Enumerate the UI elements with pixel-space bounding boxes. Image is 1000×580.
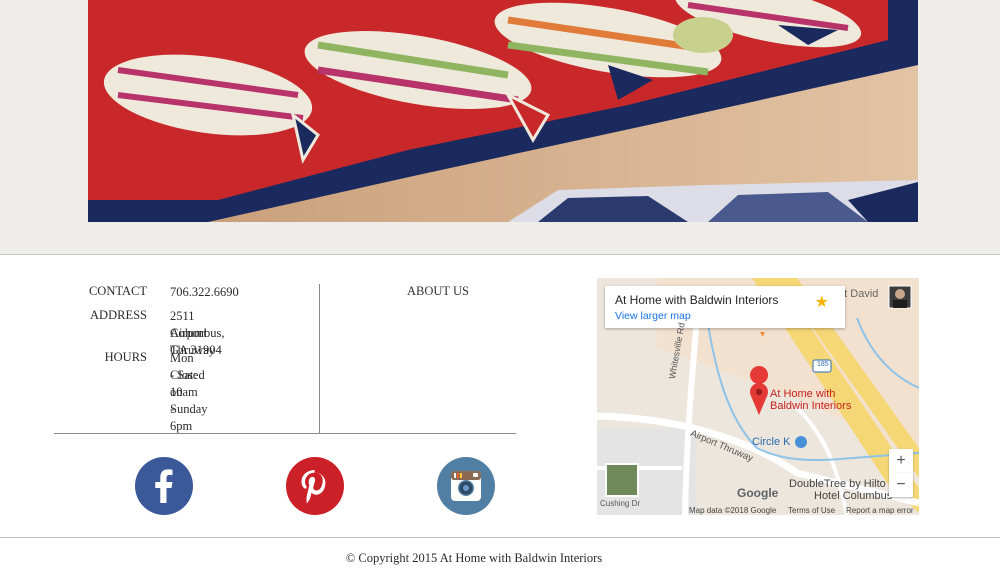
road-cushing-label: Cushing Dr bbox=[600, 499, 641, 508]
view-larger-map-link[interactable]: View larger map bbox=[615, 310, 691, 322]
pin-label-line2: Baldwin Interiors bbox=[770, 400, 852, 412]
poi-circle-k-label: Circle K bbox=[752, 436, 791, 448]
instagram-icon[interactable] bbox=[437, 457, 495, 515]
footer-divider bbox=[0, 537, 1000, 538]
map-data-text: Map data ©2018 Google bbox=[689, 506, 777, 515]
zoom-in-button[interactable]: + bbox=[889, 449, 913, 473]
hours-label: HOURS bbox=[104, 350, 147, 364]
vertical-divider bbox=[319, 284, 320, 434]
address-label: ADDRESS bbox=[90, 308, 147, 322]
zoom-out-button[interactable]: − bbox=[889, 473, 913, 497]
terms-of-use-link[interactable]: Terms of Use bbox=[788, 506, 835, 515]
map-place-title: At Home with Baldwin Interiors bbox=[615, 293, 779, 307]
google-map[interactable]: ritt David At Home with Baldwin Interior… bbox=[597, 278, 919, 515]
poi-doubletree-line2: Hotel Columbus bbox=[814, 490, 893, 502]
horizontal-divider bbox=[54, 433, 516, 434]
pinterest-icon[interactable] bbox=[286, 457, 344, 515]
rug-photo bbox=[88, 0, 918, 222]
hours-line2: Closed on Sunday bbox=[170, 368, 208, 416]
hero-band bbox=[0, 0, 1000, 255]
about-us-link[interactable]: ABOUT US bbox=[407, 284, 469, 299]
poi-doubletree-line1: DoubleTree by Hilto bbox=[789, 478, 886, 490]
contact-label: CONTACT bbox=[88, 284, 147, 298]
phone-number[interactable]: 706.322.6690 bbox=[170, 284, 239, 301]
star-icon[interactable]: ★ bbox=[815, 292, 829, 312]
google-logo: Google bbox=[737, 486, 779, 500]
report-map-error-link[interactable]: Report a map error bbox=[846, 506, 914, 515]
pin-label-line1: At Home with bbox=[770, 388, 836, 400]
facebook-icon[interactable] bbox=[135, 457, 193, 515]
map-place-card: At Home with Baldwin Interiors View larg… bbox=[605, 286, 845, 328]
copyright-text: © Copyright 2015 At Home with Baldwin In… bbox=[345, 551, 603, 565]
highway-shield-label: 185 bbox=[817, 361, 829, 368]
